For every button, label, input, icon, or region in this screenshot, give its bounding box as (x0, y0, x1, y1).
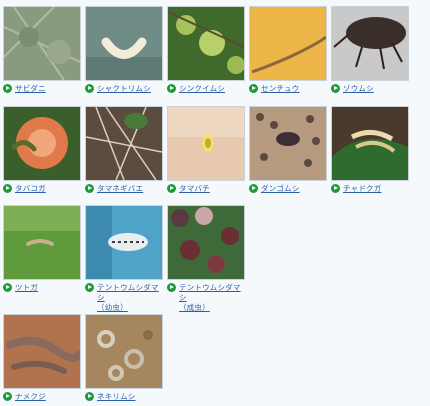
arrow-right-icon (3, 392, 12, 401)
pest-photo-shakutorimushi[interactable] (85, 6, 163, 81)
pest-link-dangomushi[interactable]: ダンゴムシ (261, 184, 300, 194)
pest-card-senchuu[interactable]: センチュウ (249, 6, 327, 94)
pest-link-tamabachi[interactable]: タマバチ (179, 184, 210, 194)
pest-card-tamabachi[interactable]: タマバチ (167, 106, 245, 194)
arrow-right-icon (331, 84, 340, 93)
pest-card-tentoumushidamashi-larva[interactable]: テントウムシダマシ （幼虫） (85, 205, 163, 313)
pest-link-tamanegibae[interactable]: タマネギバエ (97, 184, 143, 194)
pest-card-tamanegibae[interactable]: タマネギバエ (85, 106, 163, 194)
pest-link-tentoumushidamashi-larva[interactable]: テントウムシダマシ （幼虫） (97, 283, 163, 313)
pest-photo-chadokuga[interactable] (331, 106, 409, 181)
pest-photo-nekirimushi[interactable] (85, 314, 163, 389)
arrow-right-icon (167, 283, 176, 292)
pest-link-chadokuga[interactable]: チャドクガ (343, 184, 381, 194)
pest-card-nekirimushi[interactable]: ネキリムシ (85, 314, 163, 402)
arrow-right-icon (249, 84, 258, 93)
pest-photo-tamabachi[interactable] (167, 106, 245, 181)
pest-image-grid: サビダニ シャクトリムシ シンクイムシ センチュウ ゾウムシ タバコガ タマネギ… (0, 0, 430, 406)
arrow-right-icon (167, 184, 176, 193)
pest-link-namekuji[interactable]: ナメクジ (15, 392, 46, 402)
pest-card-shinkuimushi[interactable]: シンクイムシ (167, 6, 245, 94)
pest-photo-tamanegibae[interactable] (85, 106, 163, 181)
pest-link-tentoumushidamashi-adult[interactable]: テントウムシダマシ （成虫） (179, 283, 245, 313)
pest-link-shinkuimushi[interactable]: シンクイムシ (179, 84, 225, 94)
arrow-right-icon (167, 84, 176, 93)
arrow-right-icon (85, 184, 94, 193)
pest-link-tsutoga[interactable]: ツトガ (15, 283, 38, 293)
pest-link-zoumushi[interactable]: ゾウムシ (343, 84, 374, 94)
pest-photo-dangomushi[interactable] (249, 106, 327, 181)
pest-link-senchuu[interactable]: センチュウ (261, 84, 300, 94)
pest-photo-tentoumushidamashi-adult[interactable] (167, 205, 245, 280)
arrow-right-icon (249, 184, 258, 193)
pest-photo-sabidani[interactable] (3, 6, 81, 81)
arrow-right-icon (85, 283, 94, 292)
pest-card-sabidani[interactable]: サビダニ (3, 6, 81, 94)
pest-photo-namekuji[interactable] (3, 314, 81, 389)
pest-photo-shinkuimushi[interactable] (167, 6, 245, 81)
arrow-right-icon (3, 84, 12, 93)
pest-link-tabakoga[interactable]: タバコガ (15, 184, 46, 194)
pest-card-shakutorimushi[interactable]: シャクトリムシ (85, 6, 163, 94)
pest-card-namekuji[interactable]: ナメクジ (3, 314, 81, 402)
arrow-right-icon (3, 283, 12, 292)
pest-card-tabakoga[interactable]: タバコガ (3, 106, 81, 194)
pest-card-chadokuga[interactable]: チャドクガ (331, 106, 409, 194)
pest-link-sabidani[interactable]: サビダニ (15, 84, 46, 94)
arrow-right-icon (3, 184, 12, 193)
pest-link-nekirimushi[interactable]: ネキリムシ (97, 392, 136, 402)
arrow-right-icon (331, 184, 340, 193)
pest-card-tentoumushidamashi-adult[interactable]: テントウムシダマシ （成虫） (167, 205, 245, 313)
pest-photo-tentoumushidamashi-larva[interactable] (85, 205, 163, 280)
pest-card-zoumushi[interactable]: ゾウムシ (331, 6, 409, 94)
pest-photo-tsutoga[interactable] (3, 205, 81, 280)
arrow-right-icon (85, 392, 94, 401)
pest-card-dangomushi[interactable]: ダンゴムシ (249, 106, 327, 194)
pest-photo-tabakoga[interactable] (3, 106, 81, 181)
pest-photo-zoumushi[interactable] (331, 6, 409, 81)
pest-photo-senchuu[interactable] (249, 6, 327, 81)
arrow-right-icon (85, 84, 94, 93)
pest-link-shakutorimushi[interactable]: シャクトリムシ (97, 84, 151, 94)
pest-card-tsutoga[interactable]: ツトガ (3, 205, 81, 293)
